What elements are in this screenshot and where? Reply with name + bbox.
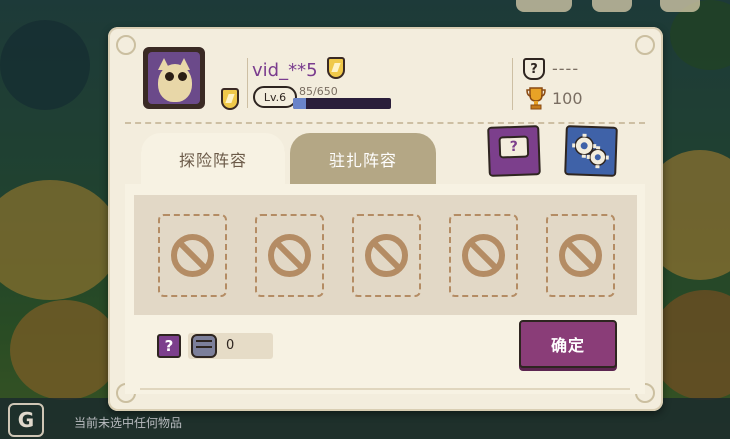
panel-corner-ornament <box>116 35 136 55</box>
question-bubble-icon: ? <box>498 135 530 159</box>
fist-power-icon <box>191 334 217 358</box>
trophy-count: 100 <box>552 89 583 108</box>
exp-text: 85/650 <box>299 85 338 98</box>
level-badge: Lv.6 <box>253 86 297 108</box>
tab-garrison-lineup[interactable]: 驻扎阵容 <box>290 133 436 185</box>
hero-slot-empty[interactable] <box>255 214 324 297</box>
hero-slot-empty[interactable] <box>449 214 518 297</box>
exp-bar <box>293 98 391 109</box>
owl-eye-icon <box>165 72 174 81</box>
empty-slot-icon <box>268 234 311 277</box>
owl-eye-icon <box>178 72 187 81</box>
power-value: 0 <box>226 338 235 353</box>
avatar-background <box>148 52 200 104</box>
panel-corner-ornament <box>635 35 655 55</box>
empty-slot-icon <box>365 234 408 277</box>
help-button[interactable]: ? <box>487 125 541 177</box>
hero-slot-empty[interactable] <box>352 214 421 297</box>
hud-chip <box>592 0 632 12</box>
header-divider <box>512 58 513 110</box>
empty-slot-icon <box>559 234 602 277</box>
exp-bar-fill <box>293 98 306 109</box>
bottom-bar-icon[interactable]: G <box>8 403 44 437</box>
tab-expedition-lineup[interactable]: 探险阵容 <box>141 133 285 185</box>
rank-value: ---- <box>552 59 580 78</box>
hero-slot-empty[interactable] <box>546 214 615 297</box>
avatar-shield-icon <box>221 88 239 110</box>
power-help-button[interactable]: ? <box>157 334 181 358</box>
confirm-button[interactable]: 确定 <box>519 320 617 368</box>
hero-slot-empty[interactable] <box>158 214 227 297</box>
trophy-icon <box>526 87 546 110</box>
settings-button[interactable] <box>564 125 618 177</box>
rank-badge-icon: ? <box>523 58 545 80</box>
empty-slot-icon <box>171 234 214 277</box>
name-shield-icon <box>327 57 345 79</box>
player-name: vid_**5 <box>252 60 318 81</box>
bottom-bar-message: 当前未选中任何物品 <box>74 416 183 430</box>
header-divider <box>247 58 248 108</box>
hud-chip <box>660 0 700 12</box>
player-avatar[interactable] <box>143 47 205 109</box>
hud-chip <box>516 0 572 12</box>
header-separator <box>125 122 645 124</box>
owl-icon <box>158 64 192 102</box>
gears-icon <box>572 133 609 169</box>
empty-slot-icon <box>462 234 505 277</box>
panel-bottom-line <box>140 388 630 390</box>
